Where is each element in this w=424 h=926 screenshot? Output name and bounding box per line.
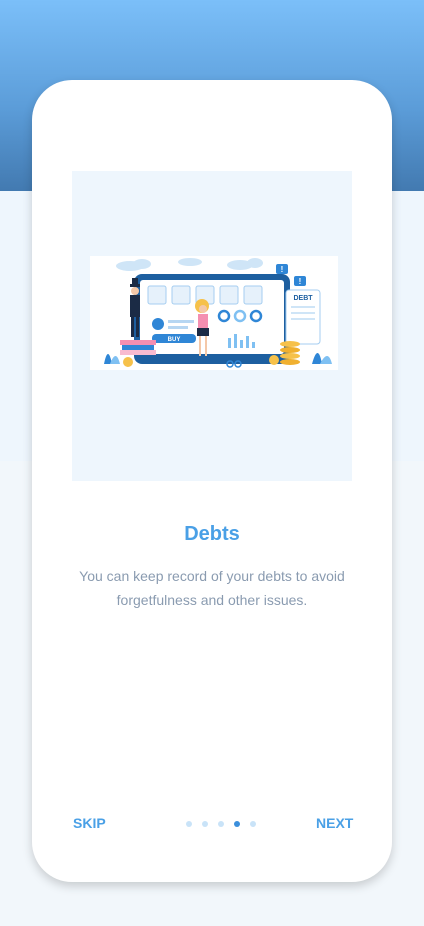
slide-description: You can keep record of your debts to avo… bbox=[79, 568, 345, 608]
page-dot[interactable] bbox=[218, 821, 224, 827]
debt-label: DEBT bbox=[293, 295, 313, 302]
alert-mark-1: ! bbox=[281, 265, 284, 274]
page-dot[interactable] bbox=[186, 821, 192, 827]
skip-button[interactable]: SKIP bbox=[73, 815, 106, 831]
buy-label: BUY bbox=[168, 337, 181, 343]
alert-mark-2: ! bbox=[299, 277, 302, 286]
page-dot[interactable] bbox=[234, 821, 240, 827]
slide-title: Debts bbox=[184, 523, 240, 545]
debt-illustration: BUY DEBT ! ! bbox=[90, 256, 338, 370]
illustration-frame: BUY DEBT ! ! bbox=[72, 171, 352, 481]
page-dot[interactable] bbox=[202, 821, 208, 827]
page-dot[interactable] bbox=[250, 821, 256, 827]
page-indicator bbox=[186, 821, 256, 827]
next-button[interactable]: NEXT bbox=[316, 815, 353, 831]
onboarding-card: BUY DEBT ! ! Debts You can keep record o… bbox=[32, 80, 392, 882]
debt-illustration-graphic: BUY DEBT ! ! bbox=[104, 258, 332, 368]
